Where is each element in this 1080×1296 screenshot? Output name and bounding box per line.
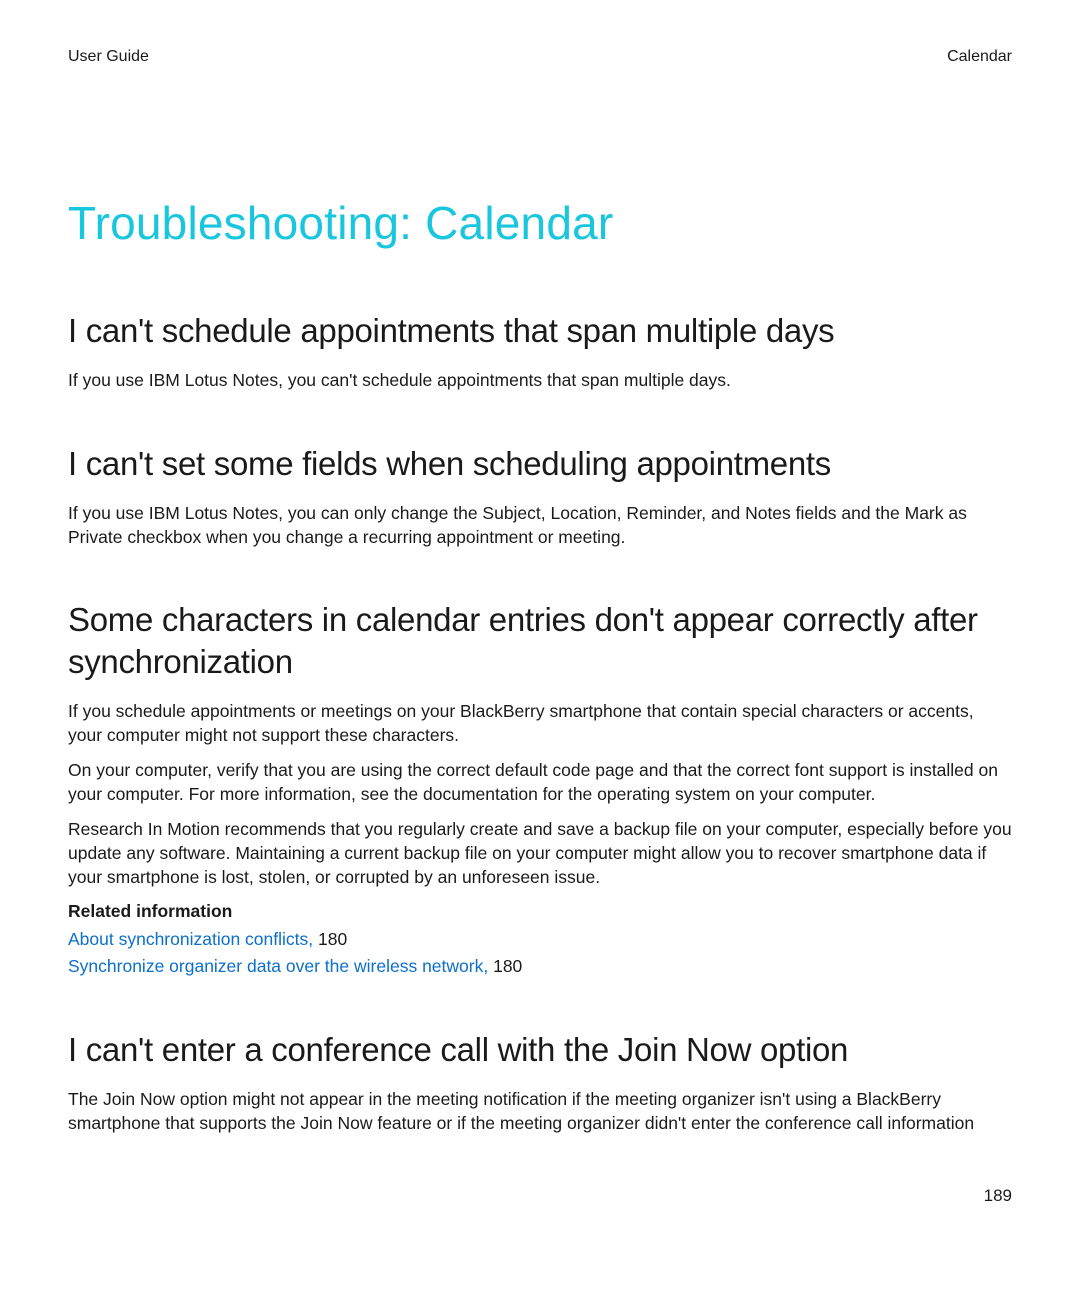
related-link-line: About synchronization conflicts, 180: [68, 926, 1012, 952]
link-sync-organizer[interactable]: Synchronize organizer data over the wire…: [68, 956, 488, 976]
body-text: If you use IBM Lotus Notes, you can only…: [68, 502, 1012, 549]
related-link-line: Synchronize organizer data over the wire…: [68, 953, 1012, 979]
body-text: Research In Motion recommends that you r…: [68, 818, 1012, 889]
link-page-number: 180: [318, 929, 347, 949]
body-text: The Join Now option might not appear in …: [68, 1088, 1012, 1135]
link-sync-conflicts[interactable]: About synchronization conflicts,: [68, 929, 313, 949]
body-text: If you schedule appointments or meetings…: [68, 700, 1012, 747]
document-page: User Guide Calendar Troubleshooting: Cal…: [0, 0, 1080, 1135]
section-heading: I can't enter a conference call with the…: [68, 1029, 1012, 1070]
section-heading: I can't schedule appointments that span …: [68, 310, 1012, 351]
section-schedule-multiple-days: I can't schedule appointments that span …: [68, 310, 1012, 393]
section-heading: Some characters in calendar entries don'…: [68, 599, 1012, 682]
related-info-heading: Related information: [68, 901, 1012, 922]
body-text: On your computer, verify that you are us…: [68, 759, 1012, 806]
page-title: Troubleshooting: Calendar: [68, 196, 1012, 250]
section-set-fields: I can't set some fields when scheduling …: [68, 443, 1012, 550]
page-header: User Guide Calendar: [68, 48, 1012, 66]
header-left: User Guide: [68, 48, 149, 66]
link-page-number: 180: [493, 956, 522, 976]
header-right: Calendar: [947, 48, 1012, 66]
section-join-now: I can't enter a conference call with the…: [68, 1029, 1012, 1136]
page-number: 189: [984, 1186, 1012, 1206]
section-characters-sync: Some characters in calendar entries don'…: [68, 599, 1012, 978]
section-heading: I can't set some fields when scheduling …: [68, 443, 1012, 484]
body-text: If you use IBM Lotus Notes, you can't sc…: [68, 369, 1012, 393]
